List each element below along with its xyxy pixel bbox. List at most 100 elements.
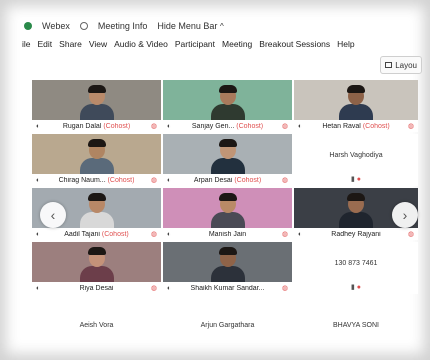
participant-name: Sanjay Gen... xyxy=(191,122,235,130)
layout-button[interactable]: Layou xyxy=(380,56,422,74)
microphone-icon: ◐ xyxy=(36,284,41,292)
camera-off-icon: ▮ xyxy=(350,176,355,183)
meeting-info-icon[interactable] xyxy=(79,22,88,30)
participant-namebar: ◐ Chirag Naum... (Cohost) ◍ xyxy=(32,174,161,186)
participant-name: Rugan Dalal xyxy=(62,122,102,130)
participant-tile[interactable]: ◐ Manish Jain ◍ xyxy=(163,188,292,240)
participant-avatar xyxy=(210,246,245,284)
microphone-icon: ◐ xyxy=(36,230,41,238)
participant-name: Radhey Rajyani xyxy=(331,230,381,238)
participant-namebar: ◐ Rugan Dalal (Cohost) ◍ xyxy=(32,120,161,132)
recording-icon: ◍ xyxy=(281,177,288,184)
recording-icon: ◍ xyxy=(281,123,288,130)
participant-tile[interactable]: 130 873 7461 ▮ ● xyxy=(294,242,418,294)
participant-tile[interactable]: ◐ Sanjay Gen... (Cohost) ◍ xyxy=(163,80,292,132)
participant-name: Chirag Naum... xyxy=(58,176,106,184)
microphone-icon: ◐ xyxy=(298,122,303,130)
grid-layout-icon xyxy=(385,62,393,68)
participant-status-icons: ▮ ● xyxy=(294,283,418,291)
microphone-icon: ◐ xyxy=(298,230,303,238)
participant-avatar xyxy=(79,192,114,230)
participant-namebar: ◐ Aadil Tajani (Cohost) ◍ xyxy=(32,228,161,240)
recording-icon: ◍ xyxy=(150,177,157,184)
menu-meeting[interactable]: Meeting xyxy=(222,39,252,49)
microphone-icon: ◐ xyxy=(167,230,172,238)
participant-avatar xyxy=(210,84,245,122)
menu-edit[interactable]: Edit xyxy=(38,39,53,49)
cohost-tag: (Cohost) xyxy=(236,122,264,130)
recording-icon: ◍ xyxy=(281,285,288,292)
participant-namebar: ◐ Shaikh Kumar Sandar... ◍ xyxy=(163,282,292,294)
title-bar: Webex Meeting Info Hide Menu Bar ^ xyxy=(18,18,418,34)
hide-menu-bar-button[interactable]: Hide Menu Bar ^ xyxy=(157,21,223,31)
cohost-tag: (Cohost) xyxy=(107,176,135,184)
cohost-tag: (Cohost) xyxy=(103,122,131,130)
bottom-name-row: Aeish Vora Arjun Gargathara BHAVYA SONI xyxy=(32,300,416,350)
menu-participant[interactable]: Participant xyxy=(175,39,215,49)
app-name: Webex xyxy=(42,21,70,31)
participant-avatar xyxy=(210,192,245,230)
participant-name: Harsh Vaghodiya xyxy=(329,152,383,159)
participant-name: Arjun Gargathara xyxy=(200,322,255,329)
recording-icon: ● xyxy=(356,176,362,183)
chevron-right-icon: › xyxy=(402,207,408,223)
cohost-tag: (Cohost) xyxy=(101,230,129,238)
microphone-icon: ◐ xyxy=(167,284,172,292)
menu-bar: ile Edit Share View Audio & Video Partic… xyxy=(18,36,422,52)
previous-page-button[interactable]: ‹ xyxy=(40,202,66,228)
microphone-icon: ◐ xyxy=(167,176,172,184)
participant-name: 130 873 7461 xyxy=(334,260,378,267)
participant-avatar xyxy=(339,192,373,230)
participant-namebar: ◐ Radhey Rajyani ◍ xyxy=(294,228,418,240)
recording-icon: ◍ xyxy=(281,231,288,238)
participant-status-icons: ▮ ● xyxy=(294,175,418,183)
participant-avatar xyxy=(210,138,245,176)
participant-tile[interactable]: ◐ Arpan Desai (Cohost) ◍ xyxy=(163,134,292,186)
menu-help[interactable]: Help xyxy=(337,39,354,49)
participant-avatar xyxy=(339,84,373,122)
participant-name: Arpan Desai xyxy=(193,176,233,184)
participant-tile[interactable]: ◐ Hetan Raval (Cohost) ◍ xyxy=(294,80,418,132)
menu-file[interactable]: ile xyxy=(22,39,31,49)
recording-icon: ◍ xyxy=(150,231,157,238)
participant-namebar: ◐ Manish Jain ◍ xyxy=(163,228,292,240)
recording-icon: ● xyxy=(356,284,362,291)
recording-icon: ◍ xyxy=(150,123,157,130)
participant-name: Hetan Raval xyxy=(322,122,361,130)
participant-tile[interactable]: ◐ Rugan Dalal (Cohost) ◍ xyxy=(32,80,161,132)
microphone-icon: ◐ xyxy=(36,176,41,184)
participant-tile[interactable]: Harsh Vaghodiya ▮ ● xyxy=(294,134,418,186)
recording-icon: ◍ xyxy=(150,285,157,292)
participant-avatar xyxy=(79,138,114,176)
recording-icon: ◍ xyxy=(407,231,414,238)
participant-name: Riya Desai xyxy=(79,284,114,292)
participant-namebar: ◐ Arpan Desai (Cohost) ◍ xyxy=(163,174,292,186)
menu-view[interactable]: View xyxy=(89,39,107,49)
webex-logo-icon xyxy=(24,22,32,30)
participant-namebar: ◐ Hetan Raval (Cohost) ◍ xyxy=(294,120,418,132)
video-grid: ◐ Rugan Dalal (Cohost) ◍ ◐ Sanjay Gen...… xyxy=(32,80,418,294)
meeting-info-link[interactable]: Meeting Info xyxy=(98,21,148,31)
microphone-icon: ◐ xyxy=(167,122,172,130)
menu-audio-video[interactable]: Audio & Video xyxy=(114,39,168,49)
next-page-button[interactable]: › xyxy=(392,202,418,228)
microphone-icon: ◐ xyxy=(36,122,41,130)
participant-name: BHAVYA SONI xyxy=(332,322,380,329)
participant-namebar: ◐ Sanjay Gen... (Cohost) ◍ xyxy=(163,120,292,132)
participant-name: Shaikh Kumar Sandar... xyxy=(190,284,265,292)
chevron-left-icon: ‹ xyxy=(50,207,56,223)
menu-share[interactable]: Share xyxy=(59,39,82,49)
participant-avatar xyxy=(79,84,114,122)
camera-off-icon: ▮ xyxy=(350,284,355,291)
participant-name: Manish Jain xyxy=(208,230,247,238)
participant-namebar: ◐ Riya Desai ◍ xyxy=(32,282,161,294)
menu-breakout-sessions[interactable]: Breakout Sessions xyxy=(259,39,330,49)
cohost-tag: (Cohost) xyxy=(362,122,390,130)
layout-label: Layou xyxy=(395,60,417,70)
participant-name: Aeish Vora xyxy=(79,322,114,329)
cohost-tag: (Cohost) xyxy=(234,176,262,184)
participant-tile[interactable]: ◐ Shaikh Kumar Sandar... ◍ xyxy=(163,242,292,294)
participant-tile[interactable]: ◐ Chirag Naum... (Cohost) ◍ xyxy=(32,134,161,186)
participant-tile[interactable]: ◐ Riya Desai ◍ xyxy=(32,242,161,294)
participant-name: Aadil Tajani xyxy=(64,230,100,238)
